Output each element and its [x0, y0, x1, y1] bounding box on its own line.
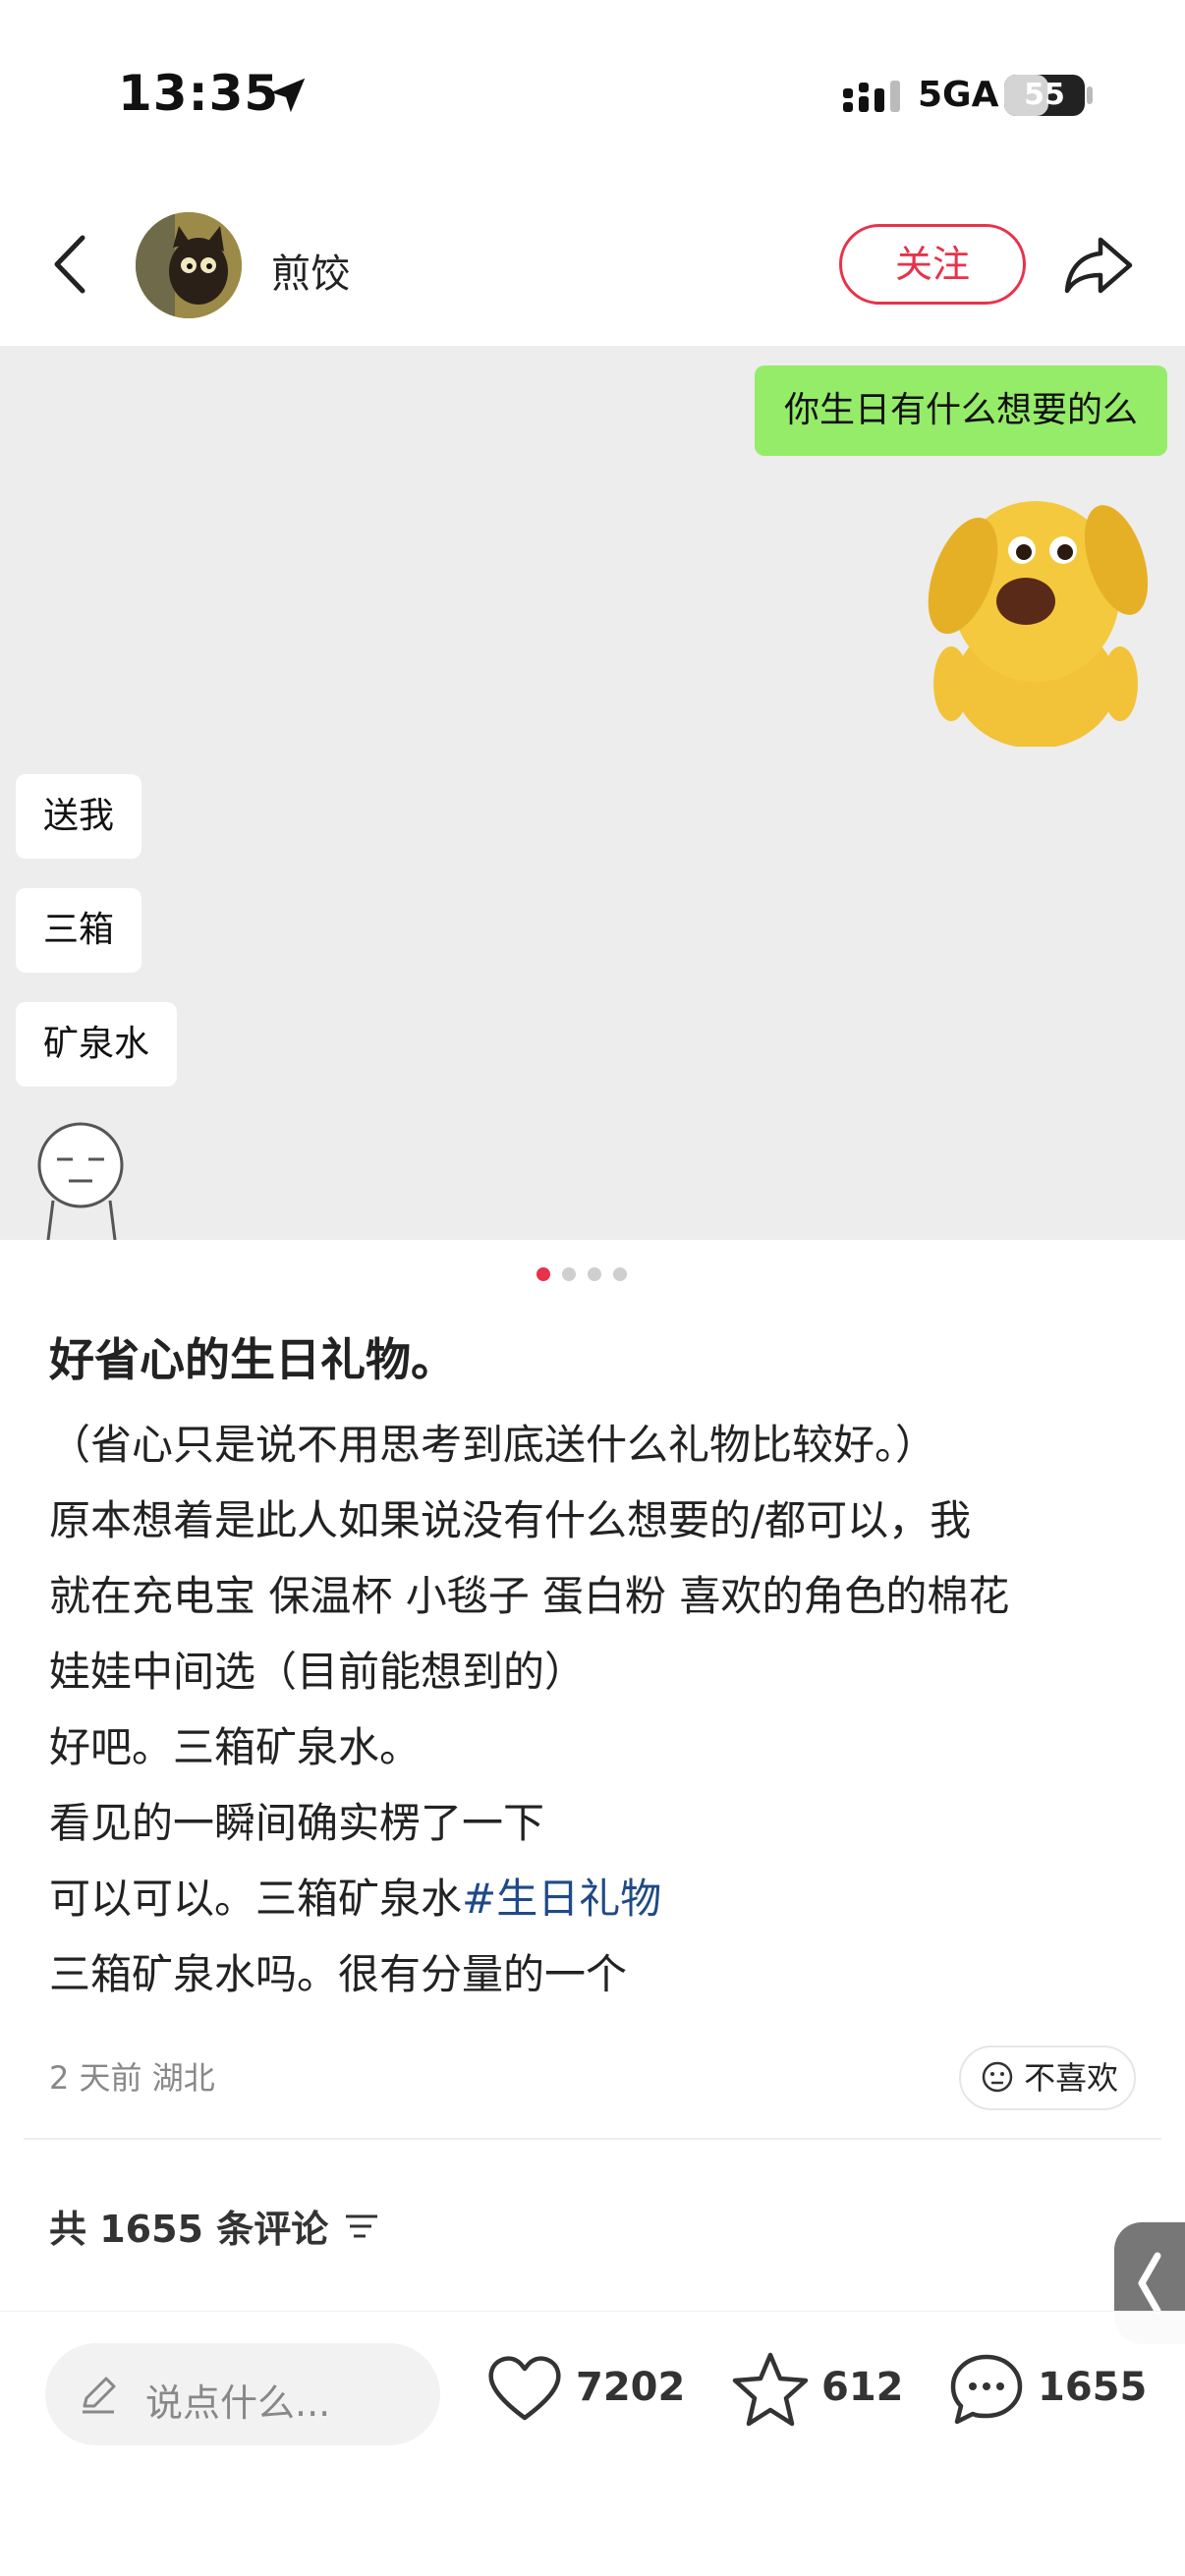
doodle-face-sticker-icon: [37, 1122, 124, 1240]
bottom-action-bar: 说点什么... 7202 612 1655: [0, 2311, 1185, 2576]
like-button[interactable]: 7202: [485, 2349, 686, 2437]
hashtag-link[interactable]: #生日礼物: [462, 1875, 661, 1923]
carousel-dot[interactable]: [613, 1267, 627, 1281]
signal-icon: [843, 81, 900, 112]
favorite-button[interactable]: 612: [731, 2349, 908, 2437]
comment-count: 共 1655 条评论: [49, 2208, 329, 2251]
post-line-text: 可以可以。三箱矿泉水: [49, 1875, 463, 1923]
post-line: 可以可以。三箱矿泉水#生日礼物: [49, 1861, 1140, 1936]
carousel-indicator: [536, 1267, 654, 1283]
comment-count-number: 1655: [1038, 2365, 1148, 2410]
carousel-dot[interactable]: [536, 1267, 550, 1281]
post-image[interactable]: 你生日有什么想要的么 送我 三箱 矿泉水: [0, 346, 1185, 1240]
avatar[interactable]: [136, 212, 242, 318]
chat-bubble-icon: [950, 2354, 1023, 2425]
post-line: 原本想着是此人如果说没有什么想要的/都可以，我: [49, 1496, 972, 1544]
battery-cap: [1087, 86, 1093, 104]
post-header: 煎饺 关注: [0, 196, 1185, 344]
post-line: 娃娃中间选（目前能想到的）: [49, 1648, 587, 1696]
comment-button[interactable]: 1655: [947, 2349, 1148, 2437]
heart-icon: [488, 2356, 561, 2421]
location-arrow-icon: [270, 78, 306, 113]
sort-icon[interactable]: [342, 2211, 381, 2242]
star-icon: [732, 2352, 809, 2427]
post-line: 就在充电宝 保温杯 小毯子 蛋白粉 喜欢的角色的棉花: [49, 1572, 1010, 1620]
post-meta: 2 天前 湖北: [49, 2059, 215, 2097]
post-title: 好省心的生日礼物。: [49, 1333, 456, 1386]
chat-bubble-received: 矿泉水: [16, 1002, 178, 1087]
like-count: 7202: [576, 2365, 686, 2410]
status-bar: 13:35 5GA 55: [0, 0, 1185, 187]
pencil-icon: [83, 2377, 116, 2414]
chat-bubble-sent: 你生日有什么想要的么: [754, 365, 1167, 456]
battery-level-text: 55: [1024, 78, 1065, 112]
network-label: 5GA: [918, 75, 999, 115]
post-line: 三箱矿泉水吗。很有分量的一个: [49, 1950, 628, 1998]
chat-bubble-received: 送我: [16, 774, 142, 859]
carousel-dot[interactable]: [588, 1267, 601, 1281]
dislike-label: 不喜欢: [1024, 2059, 1119, 2097]
comment-input[interactable]: 说点什么...: [45, 2343, 440, 2445]
post-body: （省心只是说不用思考到底送什么礼物比较好。） 原本想着是此人如果说没有什么想要的…: [49, 1407, 1140, 2012]
dislike-button[interactable]: 不喜欢: [959, 2045, 1136, 2110]
back-icon[interactable]: [47, 232, 92, 297]
post-line: 看见的一瞬间确实楞了一下: [49, 1799, 545, 1847]
cat-avatar-icon: [136, 212, 242, 318]
share-icon[interactable]: [1061, 234, 1136, 297]
post-line: （省心只是说不用思考到底送什么礼物比较好。）: [49, 1421, 937, 1469]
post-line: 好吧。三箱矿泉水。: [49, 1723, 422, 1771]
dog-sticker-icon: [928, 501, 1149, 747]
comment-placeholder: 说点什么...: [145, 2381, 331, 2425]
author-name[interactable]: 煎饺: [271, 242, 350, 299]
chat-bubble-received: 三箱: [16, 888, 142, 973]
follow-button[interactable]: 关注: [839, 224, 1026, 305]
neutral-face-icon: [982, 2061, 1013, 2093]
favorite-count: 612: [821, 2365, 904, 2410]
battery-icon: 55: [1004, 75, 1085, 116]
divider: [24, 2138, 1161, 2140]
carousel-dot[interactable]: [562, 1267, 576, 1281]
status-time: 13:35: [118, 65, 280, 122]
